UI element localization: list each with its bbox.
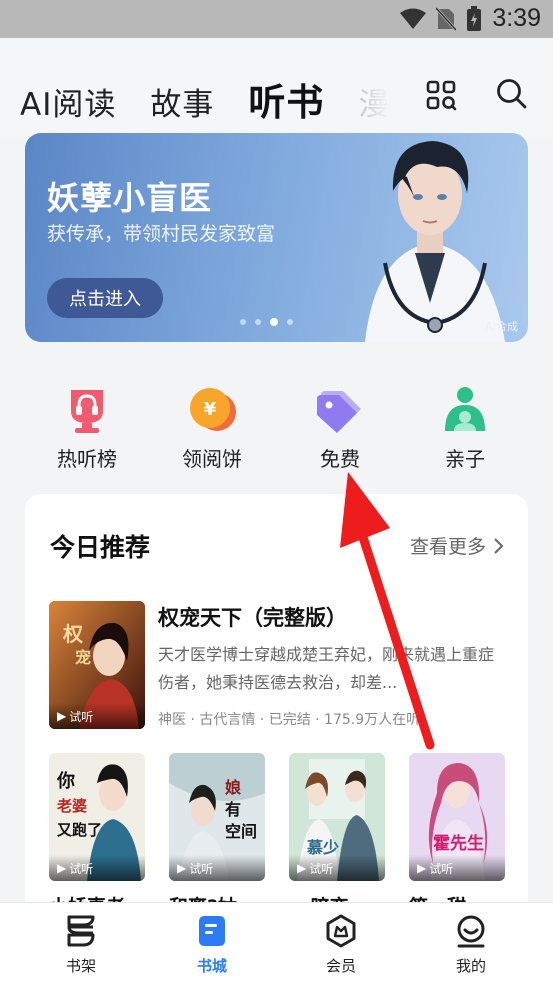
book-cover[interactable]: 慕少 ▶ 试听 (289, 753, 385, 881)
quick-link-label: 亲子 (445, 447, 485, 471)
quick-link-coins[interactable]: ¥ 领阅饼 (162, 385, 262, 472)
category-grid-icon[interactable] (424, 78, 458, 112)
banner-carousel-dots (240, 318, 293, 326)
svg-text:你: 你 (56, 770, 75, 792)
tabbar-vip[interactable]: 会员 (296, 913, 386, 976)
play-icon: ▶ (417, 861, 427, 875)
quick-link-label: 免费 (320, 447, 360, 471)
bookstore-icon (199, 916, 225, 946)
bookshelf-icon (67, 915, 95, 947)
banner-doctor-illustration (365, 141, 505, 342)
top-nav: AI阅读 故事 听书 漫画 (0, 38, 553, 138)
featured-book-cover[interactable]: 权 宠 ▶ 试听 (49, 601, 145, 729)
play-icon: ▶ (297, 861, 307, 875)
play-icon: ▶ (177, 861, 187, 875)
svg-text:老婆: 老婆 (56, 797, 87, 815)
quick-links: 热听榜 ¥ 领阅饼 免费 亲子 (0, 385, 553, 475)
quick-link-parent-child[interactable]: 亲子 (415, 385, 515, 472)
tabbar-label: 书架 (65, 957, 96, 975)
tabbar-bookstore[interactable]: 书城 (167, 913, 257, 976)
svg-text:娘: 娘 (225, 778, 241, 797)
headphones-trophy-icon (71, 390, 103, 433)
svg-text:宠: 宠 (75, 648, 91, 667)
ai-generated-tag: AI合成 (485, 320, 518, 333)
trial-label: 试听 (69, 709, 94, 724)
trial-label: 试听 (69, 861, 94, 876)
svg-text:有: 有 (225, 800, 241, 819)
trial-label: 试听 (309, 861, 334, 876)
search-icon[interactable] (494, 76, 528, 110)
coin-icon: ¥ (190, 388, 236, 431)
banner-enter-button[interactable]: 点击进入 (47, 278, 163, 318)
bottom-tabbar: 书架 书城 会员 我的 (0, 902, 553, 983)
trial-badge: ▶ 试听 (169, 855, 265, 881)
trial-badge: ▶ 试听 (49, 703, 145, 729)
status-bar: 3:39 (0, 0, 553, 38)
trial-badge: ▶ 试听 (409, 855, 505, 881)
tab-ai-reading[interactable]: AI阅读 (20, 79, 116, 124)
trial-badge: ▶ 试听 (289, 855, 385, 881)
tabbar-label: 我的 (455, 957, 486, 975)
quick-link-label: 热听榜 (57, 447, 117, 471)
svg-text:又跑了: 又跑了 (57, 821, 102, 839)
section-title: 今日推荐 (50, 533, 151, 562)
banner-subtitle: 获传承，带领村民发家致富 (47, 223, 276, 245)
parent-child-icon (445, 387, 485, 431)
featured-book-meta: 神医 · 古代言情 · 已完结 · 175.9万人在听 (158, 712, 421, 728)
tabbar-label: 会员 (325, 957, 356, 975)
quick-link-free[interactable]: 免费 (290, 385, 390, 472)
book-cover[interactable]: 你 老婆 又跑了 ▶ 试听 (49, 753, 145, 881)
banner-title: 妖孽小盲医 (47, 179, 213, 217)
tab-stories[interactable]: 故事 (150, 79, 214, 124)
svg-text:霍先生: 霍先生 (433, 833, 484, 854)
featured-book-description: 天才医学博士穿越成楚王弃妃，刚来就遇上重症伤者，她秉持医德去救治，却差... (158, 645, 495, 692)
vip-icon (326, 914, 356, 948)
svg-text:¥: ¥ (204, 399, 217, 420)
book-cover[interactable]: 霍先生 ▶ 试听 (409, 753, 505, 881)
quick-link-hot-chart[interactable]: 热听榜 (37, 385, 137, 472)
view-more-link[interactable]: 查看更多 (410, 532, 504, 559)
battery-icon (467, 5, 482, 31)
quick-link-label: 领阅饼 (182, 447, 242, 471)
view-more-label: 查看更多 (409, 536, 486, 558)
carousel-dot[interactable] (255, 319, 261, 325)
tab-audiobooks[interactable]: 听书 (248, 72, 324, 126)
carousel-dot[interactable] (270, 318, 278, 326)
recommend-section: 今日推荐 查看更多 权 宠 ▶ 试听 权宠天下（完整版） 天才医学博士穿越成楚王弃… (25, 494, 528, 914)
play-icon: ▶ (57, 709, 67, 723)
tabbar-bookshelf[interactable]: 书架 (36, 913, 126, 976)
profile-icon (457, 915, 485, 948)
tabbar-label: 书城 (196, 957, 227, 975)
nav-fade (330, 68, 400, 118)
carousel-dot[interactable] (287, 319, 293, 325)
book-cover[interactable]: 娘 有 空间 ▶ 试听 (169, 753, 265, 881)
wifi-icon (400, 8, 427, 29)
trial-label: 试听 (189, 861, 214, 876)
no-sim-icon (436, 6, 457, 31)
carousel-dot[interactable] (240, 319, 246, 325)
trial-label: 试听 (429, 861, 454, 876)
trial-badge: ▶ 试听 (49, 855, 145, 881)
svg-text:空间: 空间 (225, 822, 257, 841)
chevron-right-icon (494, 537, 504, 554)
status-icons: 3:39 (400, 4, 541, 33)
tabbar-profile[interactable]: 我的 (426, 913, 516, 976)
featured-book-title[interactable]: 权宠天下（完整版） (158, 602, 347, 632)
promo-banner[interactable]: 妖孽小盲医 获传承，带领村民发家致富 点击进入 AI合成 (25, 133, 528, 342)
svg-text:权: 权 (62, 622, 84, 646)
clock: 3:39 (492, 4, 541, 32)
play-icon: ▶ (57, 861, 67, 875)
tag-icon (317, 391, 361, 433)
